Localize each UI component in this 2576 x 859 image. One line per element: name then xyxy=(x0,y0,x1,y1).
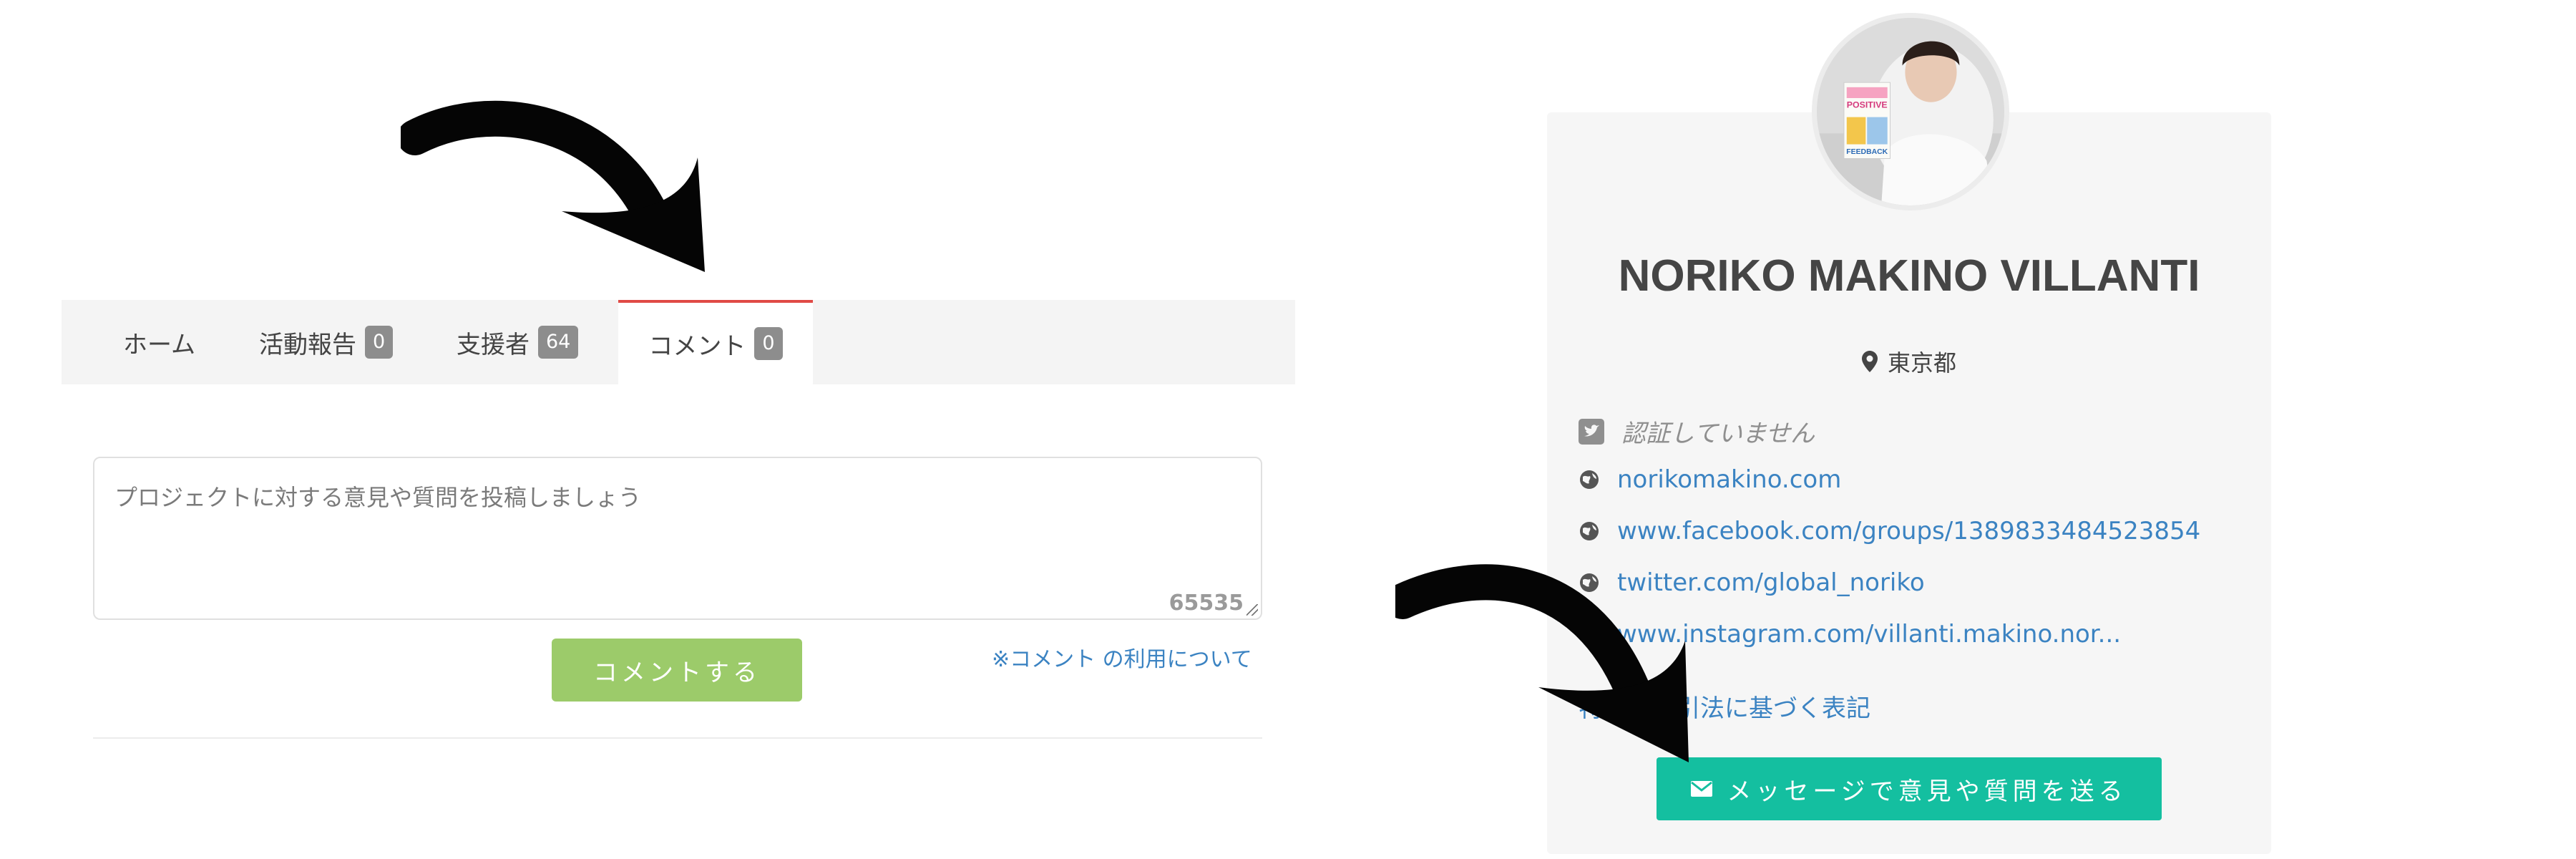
comments-count-badge: 0 xyxy=(754,327,783,360)
resize-handle-icon[interactable] xyxy=(1246,604,1258,616)
owner-avatar: POSITIVE FEEDBACK xyxy=(1812,13,2009,210)
facebook-link[interactable]: www.facebook.com/groups/1389833484523854 xyxy=(1617,517,2200,545)
supporters-count-badge: 64 xyxy=(538,326,579,359)
map-marker-icon xyxy=(1861,351,1878,372)
activity-reports-count-badge: 0 xyxy=(365,326,394,359)
owner-name: NORIKO MAKINO VILLANTI xyxy=(1618,251,2200,301)
send-message-button[interactable]: メッセージで意見や質問を送る xyxy=(1657,757,2162,820)
twitter-unverified-text: 認証していません xyxy=(1621,419,1815,448)
website-link[interactable]: norikomakino.com xyxy=(1617,465,1841,494)
tab-home-label: ホーム xyxy=(123,330,195,359)
avatar-photo-icon: POSITIVE FEEDBACK xyxy=(1817,18,2004,205)
comment-usage-link[interactable]: ※コメント の利用について xyxy=(992,641,1252,673)
tab-supporters-label: 支援者 xyxy=(457,330,530,359)
annotation-arrow-icon xyxy=(401,100,705,272)
tab-activity-reports-label: 活動報告 xyxy=(259,330,356,359)
submit-comment-button[interactable]: コメントする xyxy=(552,639,802,702)
twitter-verification-row: 認証していません xyxy=(1579,414,1815,449)
tab-comments[interactable]: コメント 0 xyxy=(618,300,813,384)
char-limit-counter: 65535 xyxy=(1169,591,1244,616)
envelope-icon xyxy=(1691,781,1713,797)
tab-comments-label: コメント xyxy=(648,331,746,361)
globe-icon xyxy=(1580,522,1599,540)
tab-activity-reports[interactable]: 活動報告 0 xyxy=(259,300,394,384)
location-text: 東京都 xyxy=(1887,349,1956,377)
comment-textarea[interactable]: プロジェクトに対する意見や質問を投稿しましょう 65535 xyxy=(93,457,1262,620)
avatar-book-title-1: POSITIVE xyxy=(1847,100,1888,110)
avatar-book-title-2: FEEDBACK xyxy=(1846,148,1888,156)
comment-placeholder: プロジェクトに対する意見や質問を投稿しましょう xyxy=(114,484,642,511)
profile-link-row[interactable]: www.facebook.com/groups/1389833484523854 xyxy=(1579,517,2200,545)
globe-icon xyxy=(1580,470,1599,489)
project-tab-bar: ホーム 活動報告 0 支援者 64 コメント 0 xyxy=(62,300,1295,384)
tab-home[interactable]: ホーム xyxy=(123,300,195,384)
tab-supporters[interactable]: 支援者 64 xyxy=(457,300,579,384)
profile-link-row[interactable]: norikomakino.com xyxy=(1579,465,1841,494)
owner-location: 東京都 xyxy=(1547,345,2271,378)
divider xyxy=(93,737,1262,739)
send-message-label: メッセージで意見や質問を送る xyxy=(1727,777,2127,806)
twitter-icon xyxy=(1579,418,1604,445)
annotation-arrow-icon xyxy=(1395,564,1689,762)
